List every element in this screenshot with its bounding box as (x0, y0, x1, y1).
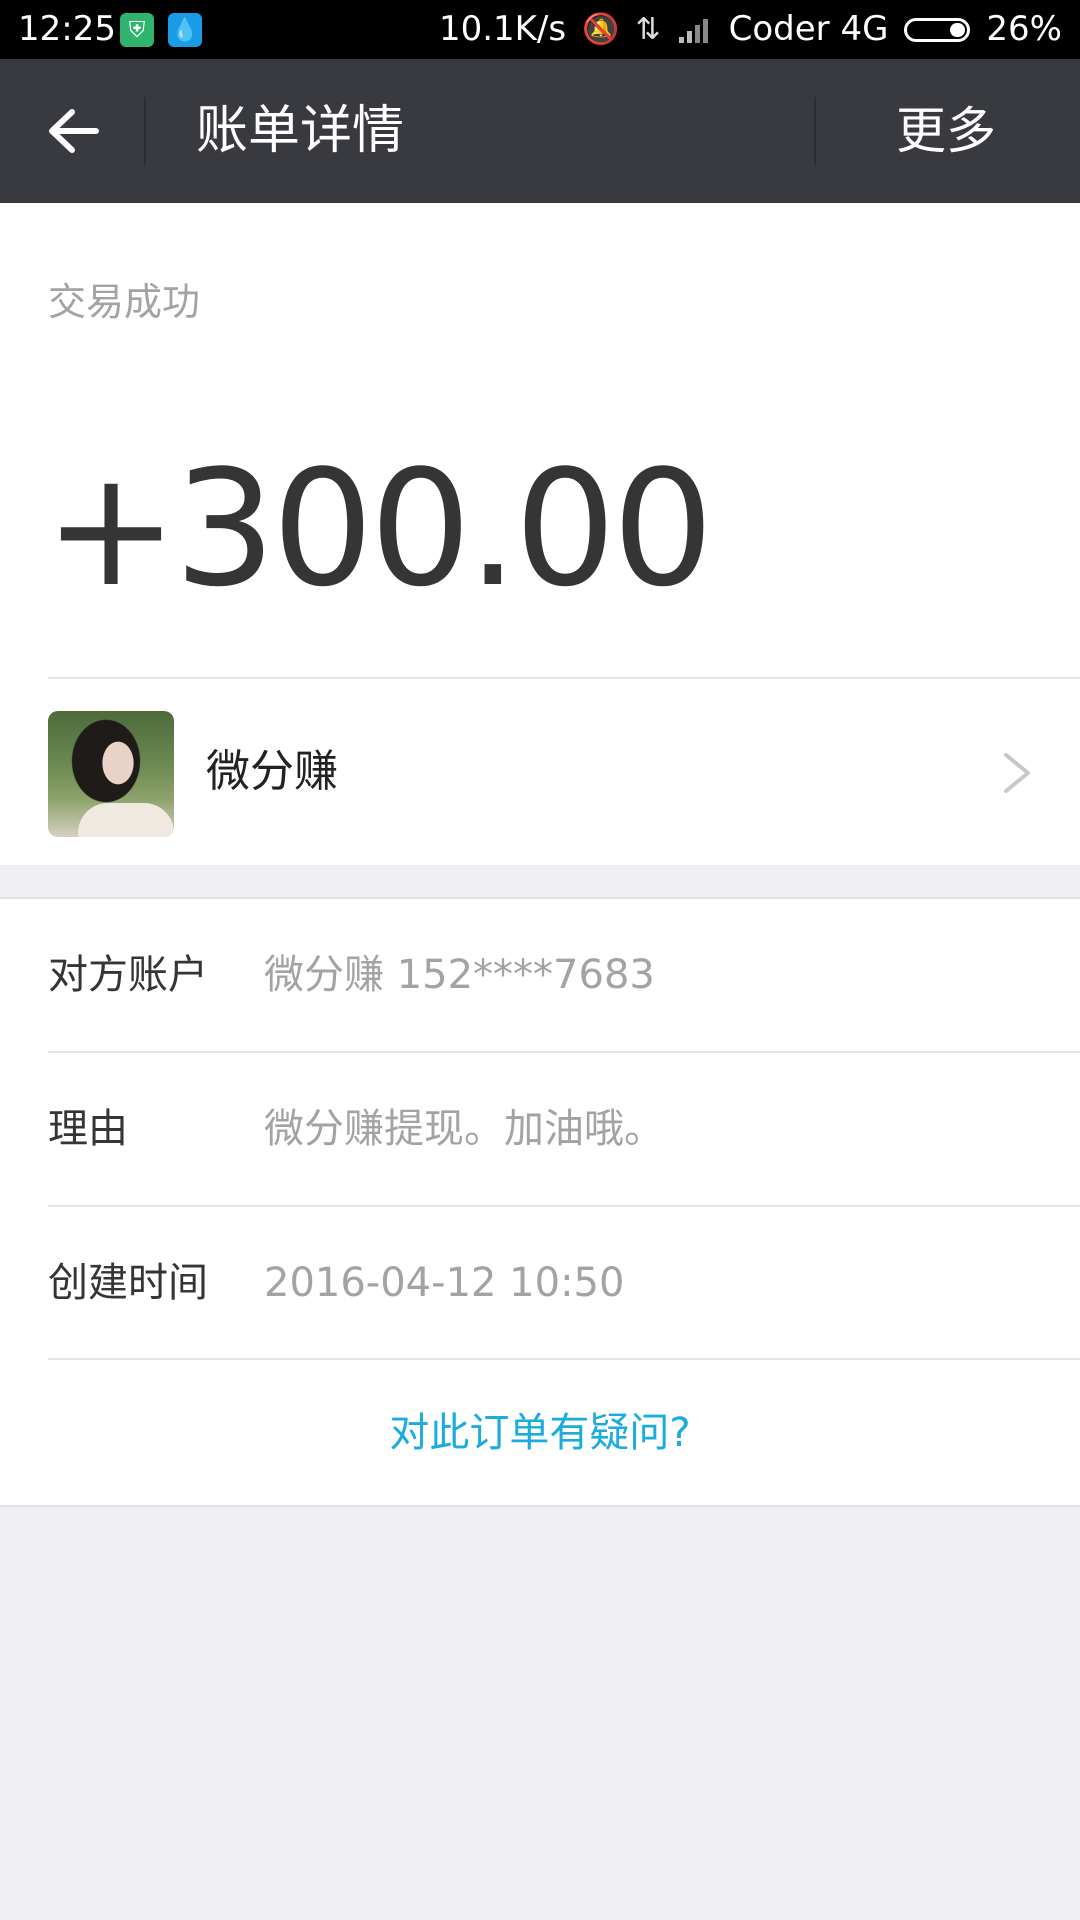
chevron-right-icon (1004, 753, 1030, 793)
shield-icon: ⛨ (120, 13, 154, 47)
status-time: 12:25 (18, 9, 116, 49)
transaction-details: 对方账户 微分赚 152****7683 理由 微分赚提现。加油哦。 创建时间 … (0, 897, 1080, 1507)
water-drop-icon: 💧 (168, 13, 202, 47)
page-title: 账单详情 (196, 101, 405, 161)
detail-row-reason: 理由 微分赚提现。加油哦。 (0, 1053, 1080, 1205)
payer-name: 微分赚 (206, 746, 338, 797)
signal-icon (678, 18, 708, 43)
mute-icon: 🔕 (582, 12, 620, 47)
nav-divider (814, 97, 816, 165)
back-button[interactable] (38, 103, 108, 159)
transaction-status: 交易成功 (48, 280, 201, 324)
detail-value: 微分赚 152****7683 (264, 952, 655, 998)
transaction-summary: 交易成功 +300.00 微分赚 (0, 203, 1080, 865)
carrier-label: Coder 4G (728, 9, 889, 49)
battery-icon (904, 17, 971, 42)
payer-row[interactable]: 微分赚 (0, 679, 1080, 865)
detail-value: 微分赚提现。加油哦。 (264, 1106, 664, 1152)
order-question-link[interactable]: 对此订单有疑问? (0, 1360, 1080, 1506)
nav-divider (144, 97, 146, 165)
detail-label: 创建时间 (48, 1260, 208, 1306)
back-arrow-icon (49, 109, 99, 153)
detail-row-account: 对方账户 微分赚 152****7683 (0, 899, 1080, 1051)
battery-percent: 26% (986, 9, 1062, 49)
detail-value: 2016-04-12 10:50 (264, 1260, 625, 1306)
detail-label: 理由 (48, 1106, 128, 1152)
detail-label: 对方账户 (48, 952, 208, 998)
nav-bar: 账单详情 更多 (0, 59, 1080, 203)
avatar (48, 711, 174, 837)
more-button[interactable]: 更多 (896, 59, 996, 203)
detail-row-created-time: 创建时间 2016-04-12 10:50 (0, 1207, 1080, 1359)
net-speed: 10.1K/s (438, 9, 567, 49)
transaction-amount: +300.00 (44, 435, 714, 622)
status-bar: 12:25 ⛨ 💧 10.1K/s 🔕 ⇅ Coder 4G 26% (0, 0, 1080, 59)
data-arrows-icon: ⇅ (635, 12, 661, 47)
